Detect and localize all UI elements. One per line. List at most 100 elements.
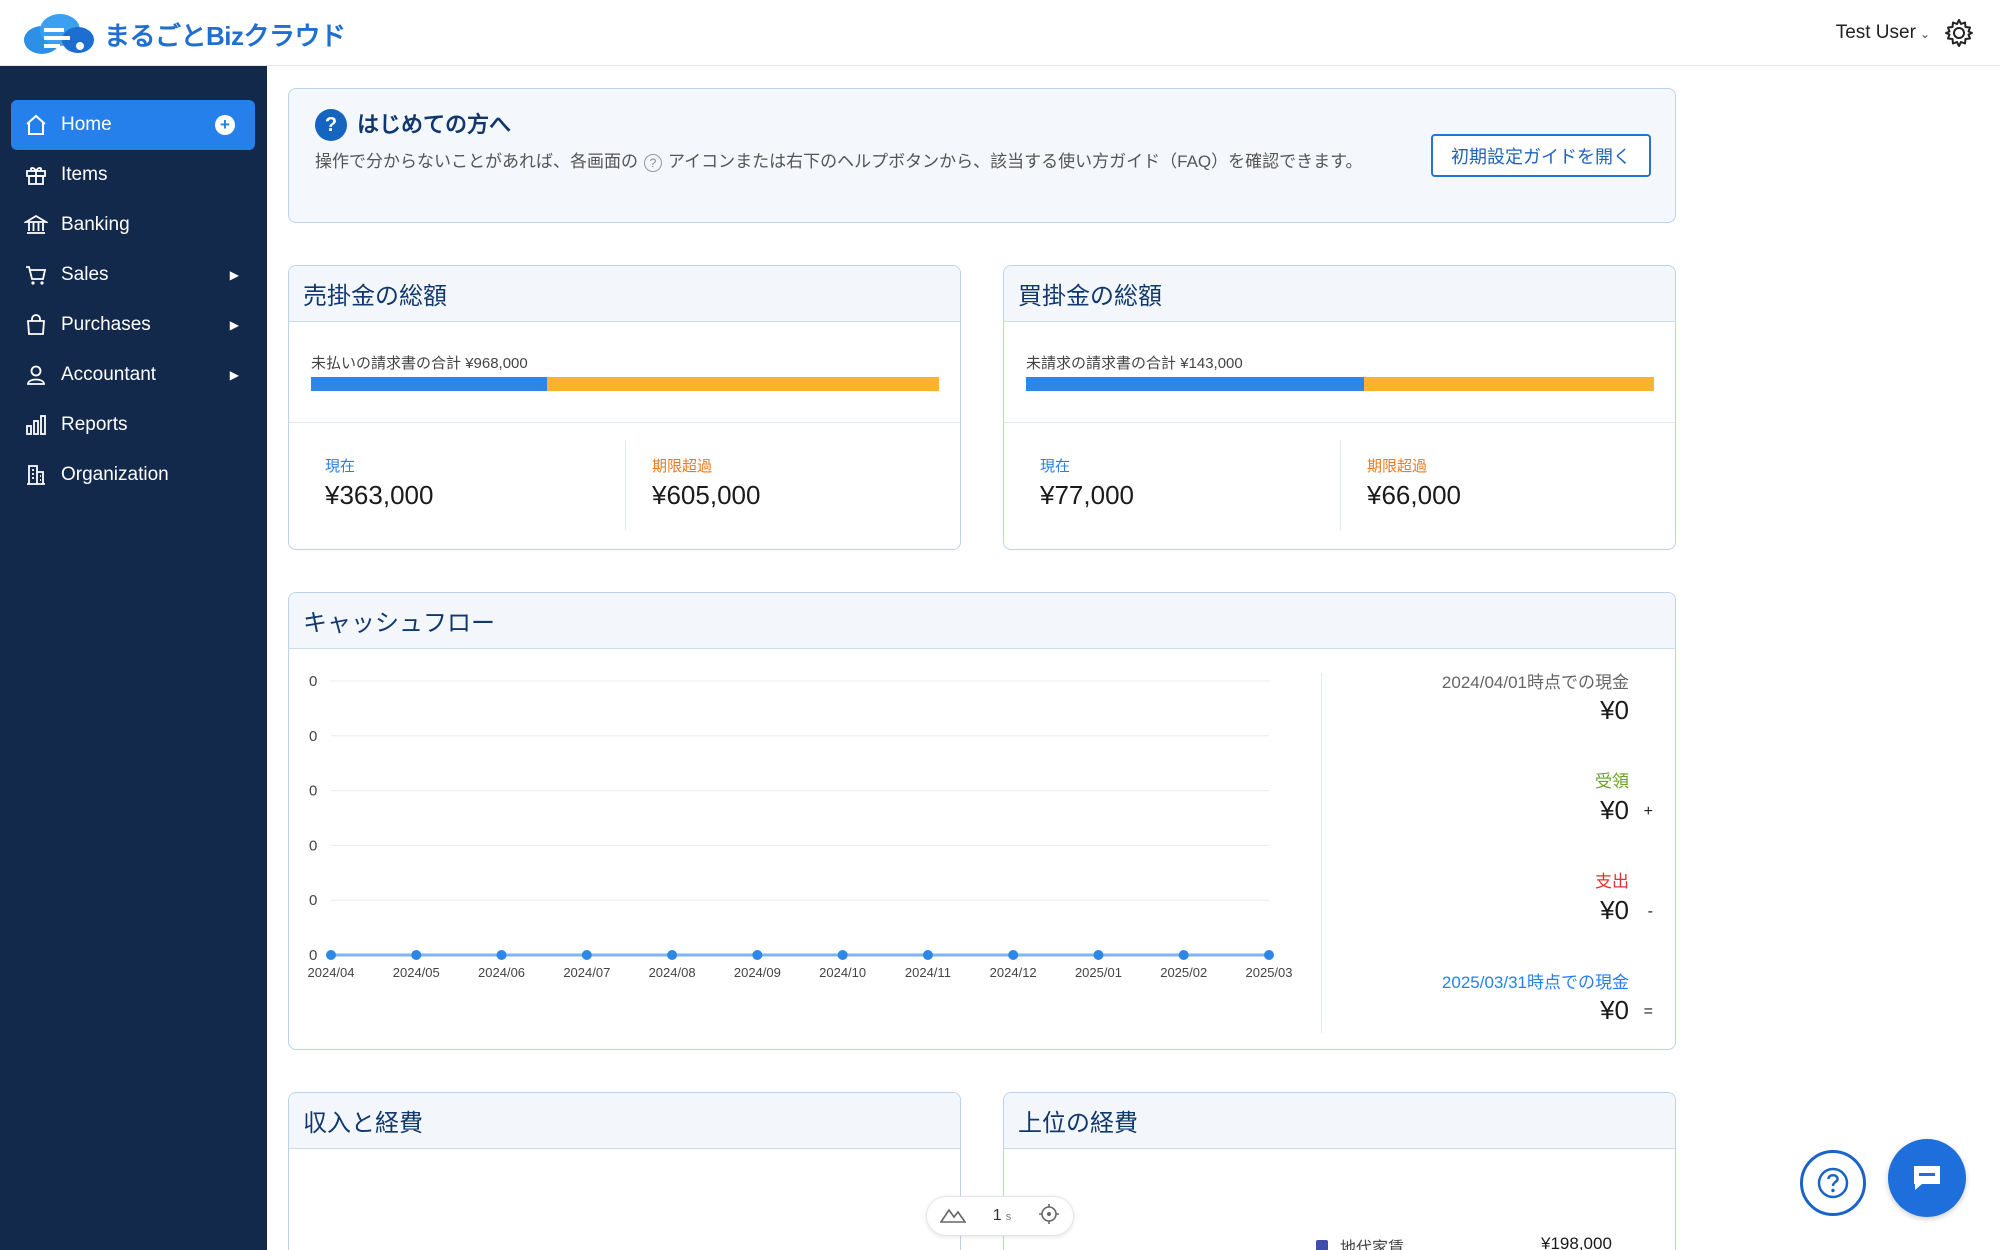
x-tick-label: 2024/12 xyxy=(990,965,1037,980)
user-name: Test User xyxy=(1835,22,1916,43)
x-tick-label: 2025/03 xyxy=(1246,965,1293,980)
gift-icon xyxy=(23,162,49,188)
sidebar-item-sales[interactable]: Sales ▶ xyxy=(11,250,255,300)
crosshair-icon[interactable] xyxy=(1038,1203,1060,1230)
receivables-current-bar xyxy=(311,377,547,391)
interval-number: 1 xyxy=(992,1207,1002,1224)
caret-right-icon: ▶ xyxy=(229,268,239,282)
data-point[interactable] xyxy=(496,950,507,960)
sidebar-item-purchases[interactable]: Purchases ▶ xyxy=(11,300,255,350)
building-icon xyxy=(23,462,49,488)
minus-operator: - xyxy=(1647,903,1653,920)
cashflow-panel: キャッシュフロー 0 0 0 0 0 0 2024/04 2024/05 2024/06 2024… xyxy=(288,592,1676,1050)
help-button[interactable] xyxy=(1800,1150,1866,1216)
payables-bar[interactable] xyxy=(1026,377,1654,391)
spent-label: 支出 xyxy=(1595,872,1629,891)
sidebar-item-label: Organization xyxy=(61,464,169,485)
sidebar-item-items[interactable]: Items xyxy=(11,150,255,200)
payables-panel: 買掛金の総額 未請求の請求書の合計 ¥143,000 現在 ¥77,000 期限… xyxy=(1003,265,1676,550)
data-point[interactable] xyxy=(752,950,763,960)
received-value: ¥0 xyxy=(1600,795,1629,825)
chat-bubble-icon xyxy=(1914,1166,1940,1190)
expense-legend-marker xyxy=(1316,1240,1328,1250)
top-header: まるごとBizクラウド Test User ⌄ xyxy=(0,0,2000,66)
sidebar-item-home[interactable]: Home + xyxy=(11,100,255,150)
divider xyxy=(1321,673,1322,1033)
welcome-text: 操作で分からないことがあれば、各画面の? アイコンまたは右下のヘルプボタンから、該… xyxy=(315,147,1405,176)
data-point[interactable] xyxy=(411,950,422,960)
data-point[interactable] xyxy=(326,950,336,960)
y-tick-label: 0 xyxy=(309,892,317,909)
data-point[interactable] xyxy=(1264,950,1274,960)
equals-operator: = xyxy=(1643,1003,1653,1020)
receivables-overdue-label: 期限超過 xyxy=(652,458,713,475)
divider xyxy=(289,422,960,423)
x-tick-label: 2025/01 xyxy=(1075,965,1122,980)
chat-button[interactable] xyxy=(1888,1139,1966,1217)
welcome-card: ? はじめての方へ 操作で分からないことがあれば、各画面の? アイコンまたは右下の… xyxy=(288,88,1676,223)
x-tick-label: 2024/08 xyxy=(649,965,696,980)
payables-current-label: 現在 xyxy=(1040,458,1071,475)
caret-right-icon: ▶ xyxy=(229,318,239,332)
receivables-bar[interactable] xyxy=(311,377,939,391)
data-point[interactable] xyxy=(581,950,592,960)
receivables-overdue-value[interactable]: ¥605,000 xyxy=(652,480,760,511)
open-guide-button[interactable]: 初期設定ガイドを開く xyxy=(1431,134,1651,177)
sidebar-item-label: Home xyxy=(61,114,112,135)
gear-icon[interactable] xyxy=(1944,18,1974,48)
interval-value[interactable]: 1s xyxy=(993,1207,1011,1225)
payables-current-value[interactable]: ¥77,000 xyxy=(1040,480,1134,511)
x-tick-label: 2024/06 xyxy=(478,965,525,980)
opening-cash-value: ¥0 xyxy=(1600,695,1629,725)
x-tick-label: 2024/07 xyxy=(563,965,610,980)
add-icon[interactable]: + xyxy=(215,115,235,135)
data-point[interactable] xyxy=(922,950,933,960)
sidebar-item-accountant[interactable]: Accountant ▶ xyxy=(11,350,255,400)
income-expense-title: 収入と経費 xyxy=(289,1093,960,1149)
top-expenses-panel: 上位の経費 地代家賃 ¥198,000 xyxy=(1003,1092,1676,1250)
y-tick-label: 0 xyxy=(309,947,317,964)
chevron-down-icon: ⌄ xyxy=(1919,27,1930,41)
welcome-title: はじめての方へ xyxy=(357,112,512,137)
sidebar-item-label: Reports xyxy=(61,414,128,435)
user-menu[interactable]: Test User ⌄ xyxy=(1836,22,1930,44)
home-icon xyxy=(23,112,49,138)
y-tick-label: 0 xyxy=(309,783,317,800)
mini-toolbar: 1s xyxy=(926,1196,1074,1236)
x-tick-label: 2024/04 xyxy=(308,965,355,980)
data-point[interactable] xyxy=(1093,950,1104,960)
x-tick-label: 2024/05 xyxy=(393,965,440,980)
data-point[interactable] xyxy=(1178,950,1189,960)
receivables-current-value[interactable]: ¥363,000 xyxy=(325,480,433,511)
sidebar-item-organization[interactable]: Organization xyxy=(11,450,255,500)
caret-right-icon: ▶ xyxy=(229,368,239,382)
sidebar-item-reports[interactable]: Reports xyxy=(11,400,255,450)
x-tick-label: 2025/02 xyxy=(1160,965,1207,980)
welcome-text-part1: 操作で分からないことがあれば、各画面の xyxy=(315,152,638,171)
data-point[interactable] xyxy=(837,950,848,960)
y-tick-label: 0 xyxy=(309,673,317,690)
receivables-title: 売掛金の総額 xyxy=(289,266,960,322)
sidebar-item-label: Items xyxy=(61,164,108,185)
receivables-current-label: 現在 xyxy=(325,458,356,475)
expense-item-value: ¥198,000 xyxy=(1541,1234,1612,1250)
x-tick-label: 2024/09 xyxy=(734,965,781,980)
payables-overdue-bar xyxy=(1363,377,1654,391)
logo-text: まるごとBizクラウド xyxy=(104,20,346,51)
payables-title: 買掛金の総額 xyxy=(1004,266,1675,322)
cashflow-title: キャッシュフロー xyxy=(289,593,1675,649)
app-logo[interactable]: まるごとBizクラウド xyxy=(20,12,346,56)
data-point[interactable] xyxy=(667,950,678,960)
person-icon xyxy=(23,362,49,388)
cashflow-summary: 2024/04/01時点での現金 ¥0 受領 ¥0 + 支出 ¥0 - 2025… xyxy=(1335,649,1675,1049)
data-point[interactable] xyxy=(1008,950,1019,960)
sidebar-item-label: Sales xyxy=(61,264,109,285)
welcome-text-part2: アイコンまたは右下のヘルプボタンから、該当する使い方ガイド（FAQ）を確認できま… xyxy=(668,152,1363,171)
receivables-total: 未払いの請求書の合計 ¥968,000 xyxy=(311,355,528,372)
top-expenses-title: 上位の経費 xyxy=(1004,1093,1675,1149)
payables-overdue-value[interactable]: ¥66,000 xyxy=(1367,480,1461,511)
sidebar-item-label: Purchases xyxy=(61,314,151,335)
sidebar-item-banking[interactable]: Banking xyxy=(11,200,255,250)
mountain-icon[interactable] xyxy=(939,1205,967,1228)
user-area: Test User ⌄ xyxy=(1836,18,1974,48)
